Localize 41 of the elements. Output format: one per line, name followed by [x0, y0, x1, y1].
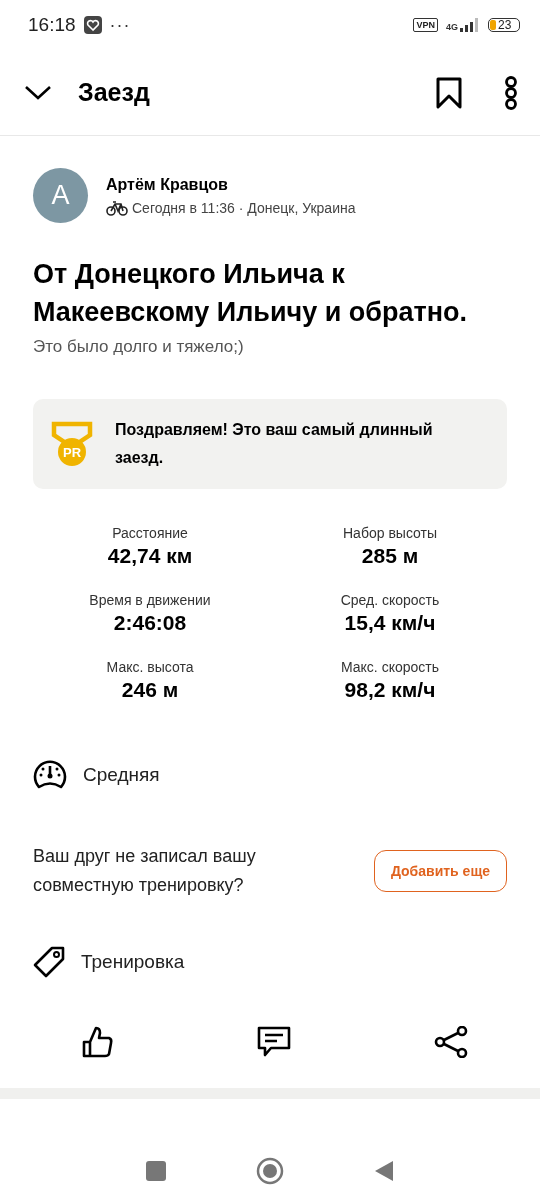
back-icon[interactable] [374, 1160, 394, 1182]
battery-icon: 23 [488, 18, 520, 32]
stat-value: 42,74 км [107, 544, 193, 568]
vpn-badge: VPN [413, 18, 438, 32]
add-button[interactable]: Добавить еще [373, 850, 507, 892]
activity-title: От Донецкого Ильича к Макеевскому Ильичу и обратно. [32, 258, 468, 329]
activity-description: Это было долго и тяжело;) [32, 337, 245, 357]
effort-label: Средняя [83, 764, 160, 786]
share-icon[interactable] [434, 1026, 469, 1058]
avatar[interactable]: A [33, 168, 88, 223]
stat-value: 285 м [361, 544, 419, 568]
speedometer-icon [33, 760, 67, 790]
stat-value: 98,2 км/ч [344, 678, 436, 702]
like-icon[interactable] [81, 1026, 114, 1058]
stat-label: Макс. высота [106, 659, 194, 675]
stat-label: Макс. скорость [341, 659, 439, 675]
network-type: 4G [446, 23, 458, 32]
tag-icon [33, 946, 65, 978]
bicycle-icon [106, 199, 128, 216]
more-notifications: ··· [109, 14, 131, 36]
stat-value: 246 м [121, 678, 179, 702]
comment-icon[interactable] [257, 1026, 291, 1058]
home-icon[interactable] [256, 1157, 284, 1185]
stat-value: 15,4 км/ч [344, 611, 436, 635]
workout-type: Тренировка [81, 951, 185, 973]
signal-icon [460, 18, 480, 32]
stat-value: 2:46:08 [113, 611, 187, 635]
stat-label: Расстояние [112, 525, 188, 541]
bookmark-icon[interactable] [436, 76, 462, 109]
heart-app-icon [83, 16, 102, 34]
collapse-icon[interactable] [24, 84, 52, 101]
status-time: 16:18 [28, 14, 76, 36]
stat-label: Сред. скорость [340, 592, 440, 608]
more-icon[interactable] [504, 75, 518, 110]
stat-label: Время в движении [89, 592, 211, 608]
activity-meta: Сегодня в 11:36 · Донецк, Украина [132, 199, 356, 216]
screen-title: Заезд [78, 78, 150, 107]
stat-label: Набор высоты [343, 525, 437, 541]
author-name[interactable]: Артём Кравцов [106, 175, 356, 194]
achievement-text: Поздравляем! Это ваш самый длинный заезд. [115, 420, 434, 468]
friend-prompt: Ваш друг не записал вашу совместную тренировку? [33, 845, 257, 897]
